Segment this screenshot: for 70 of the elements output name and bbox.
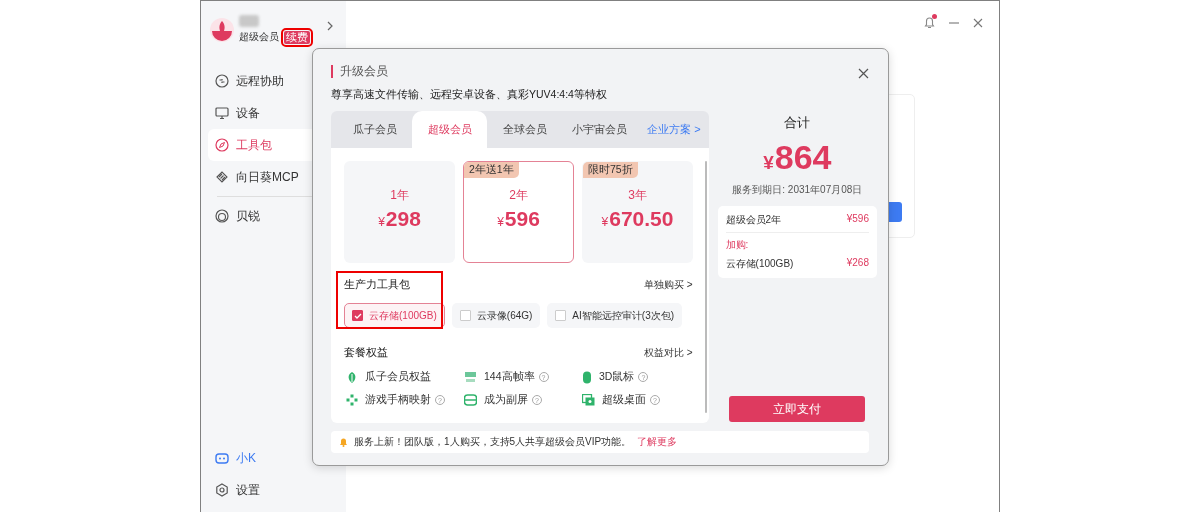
nav-item[interactable]: 设置 <box>208 474 346 506</box>
close-icon[interactable] <box>858 67 869 79</box>
compare-link[interactable]: 权益对比 > <box>643 345 693 360</box>
benefit-label: 超级桌面 <box>602 393 646 407</box>
benefit-label: 瓜子会员权益 <box>365 370 431 384</box>
addon-option[interactable]: AI智能远控审计(3次包) <box>547 303 683 328</box>
benefit-label: 144高帧率 <box>484 370 535 384</box>
addon-label: 加购: <box>725 238 750 252</box>
promo-tag: 限时75折 <box>583 162 638 178</box>
bell-icon <box>339 437 348 447</box>
renew-badge[interactable]: 续费 <box>284 30 310 44</box>
settings-icon <box>215 483 229 497</box>
nav-item[interactable]: 小K <box>208 442 346 474</box>
checkbox[interactable] <box>352 310 363 321</box>
compass-icon <box>215 138 229 152</box>
pay-button[interactable]: 立即支付 <box>729 396 866 422</box>
membership-label: 超级会员 <box>239 30 279 44</box>
checkbox[interactable] <box>555 310 567 321</box>
item-name: 云存储(100GB) <box>725 257 794 271</box>
plan-card[interactable]: 1年 ¥298 <box>344 161 455 263</box>
nav-item[interactable]: 贝锐 <box>208 200 346 232</box>
chevron-right-icon[interactable] <box>327 21 334 31</box>
dialog-subtitle: 尊享高速文件传输、远程安卓设备、真彩YUV4:4:4等特权 <box>331 88 608 102</box>
section-title: 套餐权益 <box>344 345 388 360</box>
tab[interactable]: 全球会员 <box>487 111 562 148</box>
total-price: ¥864 <box>763 138 832 177</box>
mouse-icon <box>582 370 592 384</box>
plan-card[interactable]: 限时75折 3年 ¥670.50 <box>582 161 693 263</box>
benefit-label: 3D鼠标 <box>599 370 635 384</box>
plan-duration: 2年 <box>509 187 528 204</box>
item-price: ¥596 <box>846 213 869 226</box>
logo-icon <box>210 18 234 42</box>
addon-option[interactable]: 云录像(64G) <box>451 303 541 328</box>
plan-price: ¥596 <box>497 207 540 231</box>
item-name: 超级会员2年 <box>725 213 782 227</box>
plan-price: ¥298 <box>378 207 421 231</box>
frame-rate-icon <box>464 371 477 383</box>
nav-item[interactable]: 向日葵MCP <box>208 161 346 193</box>
learn-more-link[interactable]: 了解更多 <box>637 435 678 449</box>
checkbox[interactable] <box>459 310 471 321</box>
close-icon[interactable] <box>973 17 983 28</box>
ring-icon <box>215 209 229 223</box>
layers-icon <box>215 170 229 184</box>
section-title: 生产力工具包 <box>344 277 410 292</box>
benefit-label: 成为副屏 <box>484 393 528 407</box>
promo-tag: 2年送1年 <box>464 162 519 178</box>
plan-duration: 1年 <box>390 187 409 204</box>
notification-icon[interactable] <box>924 16 935 29</box>
item-price: ¥268 <box>846 257 869 270</box>
scrollbar[interactable] <box>704 161 707 413</box>
benefit-label: 游戏手柄映射 <box>365 393 431 407</box>
gamepad-icon <box>346 394 358 406</box>
plan-duration: 3年 <box>628 187 647 204</box>
monitor-icon <box>215 106 229 120</box>
leaf-icon <box>346 370 358 384</box>
addon-option[interactable]: 云存储(100GB) <box>344 303 445 328</box>
dialog-title: 升级会员 <box>331 64 388 78</box>
desktop-icon <box>582 394 595 406</box>
tab[interactable]: 超级会员 <box>412 111 487 148</box>
remote-control-icon <box>215 74 229 88</box>
plan-price: ¥670.50 <box>601 207 674 231</box>
robot-icon <box>215 451 229 465</box>
notice-text: 服务上新！团队版，1人购买，支持5人共享超级会员VIP功能。 <box>354 435 632 449</box>
screen-icon <box>464 394 477 406</box>
blurred-name <box>239 15 259 27</box>
buy-separately-link[interactable]: 单独购买 > <box>643 277 693 292</box>
total-label: 合计 <box>784 114 811 132</box>
expiry-date: 服务到期日: 2031年07月08日 <box>732 183 863 197</box>
plan-card[interactable]: 2年送1年 2年 ¥596 <box>463 161 574 263</box>
tab[interactable]: 小宇宙会员 <box>562 111 637 148</box>
